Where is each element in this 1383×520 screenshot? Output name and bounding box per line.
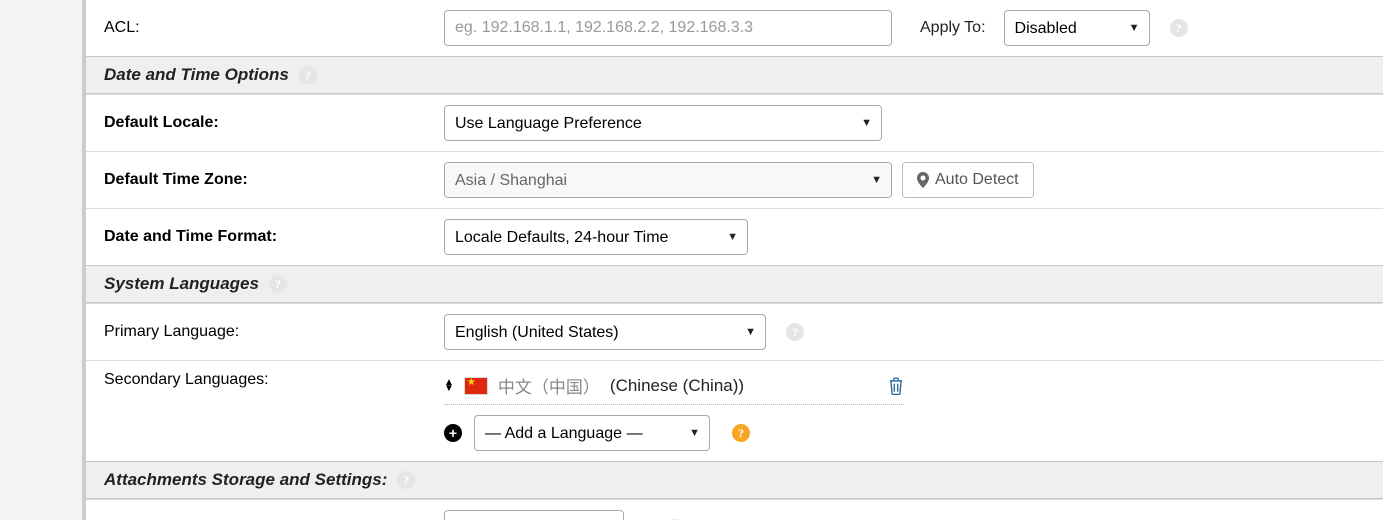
primary-language-row: Primary Language: English (United States… [86,303,1383,360]
store-attachments-select[interactable]: In the database [444,510,624,520]
default-timezone-label: Default Time Zone: [104,171,444,189]
datetime-format-row: Date and Time Format: Locale Defaults, 2… [86,208,1383,265]
default-timezone-select[interactable]: Asia / Shanghai [444,162,892,198]
section-title: Date and Time Options [104,65,289,85]
store-attachments-row: Store Attachments: In the database * ? [86,499,1383,520]
help-icon[interactable]: ? [299,66,317,84]
section-title: Attachments Storage and Settings: [104,470,387,490]
language-native-name: 中文（中国） [498,373,600,398]
apply-to-label: Apply To: [920,19,986,37]
auto-detect-label: Auto Detect [935,171,1019,189]
section-header-languages: System Languages ? [86,265,1383,303]
primary-language-select[interactable]: English (United States) [444,314,766,350]
default-timezone-row: Default Time Zone: Asia / Shanghai Auto … [86,151,1383,208]
secondary-languages-label: Secondary Languages: [104,371,444,389]
help-icon[interactable]: ? [397,471,415,489]
trash-icon[interactable] [888,377,904,395]
acl-input[interactable] [444,10,892,46]
language-english-name: (Chinese (China)) [610,376,744,396]
help-icon[interactable]: ? [732,424,750,442]
datetime-format-label: Date and Time Format: [104,228,444,246]
help-icon[interactable]: ? [786,323,804,341]
flag-icon [464,377,488,395]
section-header-attachments: Attachments Storage and Settings: ? [86,461,1383,499]
datetime-format-select[interactable]: Locale Defaults, 24-hour Time [444,219,748,255]
primary-language-label: Primary Language: [104,323,444,341]
help-icon[interactable]: ? [1170,19,1188,37]
apply-to-select[interactable]: Disabled [1004,10,1150,46]
add-language-select[interactable]: — Add a Language — [474,415,710,451]
help-icon[interactable]: ? [269,275,287,293]
default-locale-row: Default Locale: Use Language Preference [86,94,1383,151]
sort-handle-icon[interactable]: ▲▼ [444,380,454,392]
section-header-datetime: Date and Time Options ? [86,56,1383,94]
secondary-languages-row: Secondary Languages: ▲▼ 中文（中国） (Chinese … [86,360,1383,461]
acl-row: ACL: Apply To: Disabled ? [86,0,1383,56]
section-title: System Languages [104,274,259,294]
auto-detect-button[interactable]: Auto Detect [902,162,1034,198]
left-gutter [0,0,86,520]
location-pin-icon [917,172,929,188]
acl-label: ACL: [104,19,444,37]
default-locale-select[interactable]: Use Language Preference [444,105,882,141]
default-locale-label: Default Locale: [104,114,444,132]
add-language-icon[interactable]: + [444,424,462,442]
secondary-language-item: ▲▼ 中文（中国） (Chinese (China)) [444,371,904,405]
